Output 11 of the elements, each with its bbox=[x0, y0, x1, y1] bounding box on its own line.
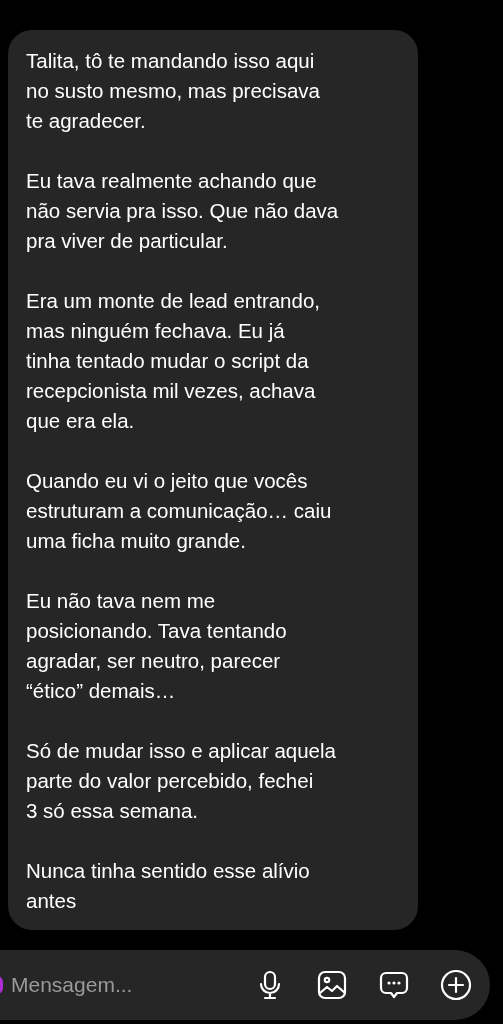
chat-bubble-icon[interactable] bbox=[378, 969, 410, 1001]
image-icon[interactable] bbox=[316, 969, 348, 1001]
message-input[interactable]: Mensagem... bbox=[11, 973, 254, 997]
message-text: Eu não tava nem me posicionando. Tava tentando agradar, ser neutro, parecer “ético” demais… bbox=[26, 588, 288, 704]
message-text: Só de mudar isso e aplicar aquela parte do valor percebido, fechei 3 só essa semana. bbox=[26, 738, 337, 824]
message-text: Talita, tô te mandando isso aqui no susto mesmo, mas precisava te agradecer. bbox=[26, 48, 321, 134]
message-text: Eu tava realmente achando que não servia pra isso. Que não dava pra viver de particular. bbox=[26, 168, 340, 254]
message-text: Era um monte de lead entrando, mas ninguém fechava. Eu já tinha tentado mudar o script da recepcionista mil vezes, achava que era ela. bbox=[26, 288, 322, 434]
add-icon[interactable] bbox=[440, 969, 472, 1001]
message-text: Quando eu vi o jeito que vocês estruturam a comunicação… caiu uma ficha muito grande. bbox=[26, 468, 333, 554]
message-text: Nunca tinha sentido esse alívio antes bbox=[26, 858, 311, 914]
